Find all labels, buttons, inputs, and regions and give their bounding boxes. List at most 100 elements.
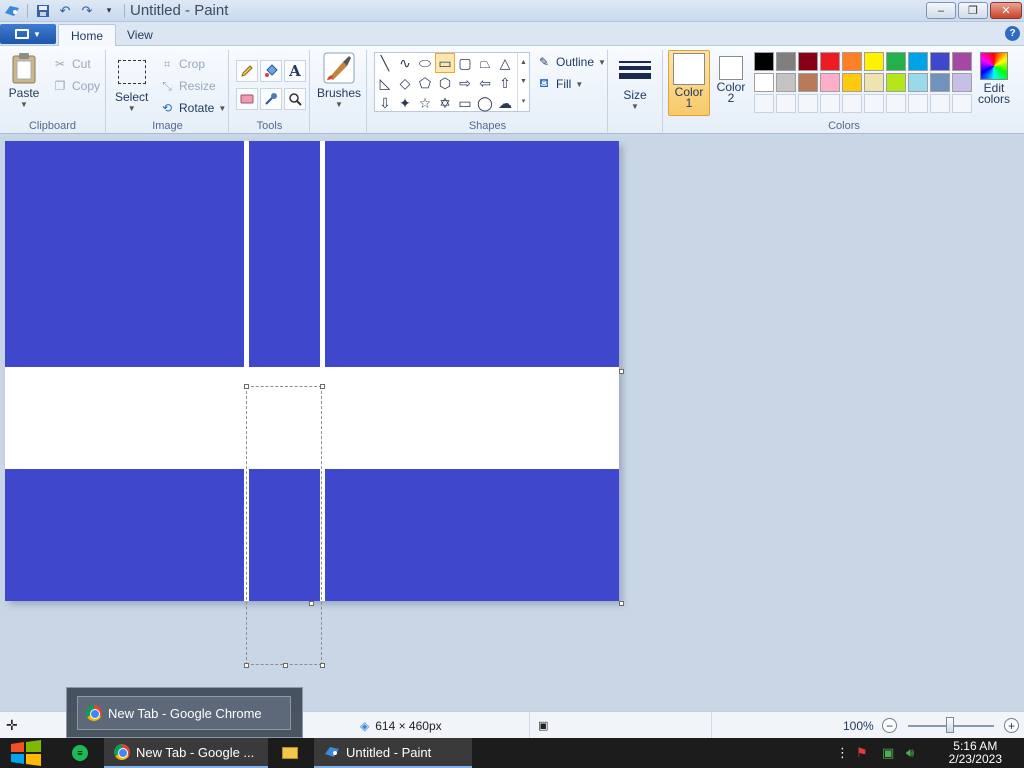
taskbar-item-paint[interactable]: Untitled - Paint: [314, 738, 472, 768]
color2-button[interactable]: Color 2: [712, 50, 750, 116]
redo-icon[interactable]: ↷: [77, 2, 97, 20]
palette-swatch[interactable]: [864, 73, 884, 92]
polygon-shape-icon[interactable]: ⏢: [475, 53, 495, 73]
taskbar-thumbnail-preview[interactable]: New Tab - Google Chrome: [66, 687, 303, 738]
taskbar-item-chrome[interactable]: New Tab - Google ...: [104, 738, 268, 768]
close-button[interactable]: ✕: [990, 2, 1022, 19]
tab-view[interactable]: View: [115, 24, 165, 46]
palette-swatch[interactable]: [930, 73, 950, 92]
help-icon[interactable]: ?: [1005, 26, 1020, 41]
palette-custom-slot[interactable]: [776, 94, 796, 113]
selection-marquee[interactable]: [246, 386, 322, 665]
color1-button[interactable]: Color 1: [668, 50, 710, 116]
palette-custom-slot[interactable]: [820, 94, 840, 113]
expand-gallery-icon[interactable]: ▾: [522, 97, 526, 105]
minimize-button[interactable]: –: [926, 2, 956, 19]
zoom-in-button[interactable]: +: [1004, 718, 1019, 733]
undo-icon[interactable]: ↶: [55, 2, 75, 20]
palette-swatch[interactable]: [886, 52, 906, 71]
line-shape-icon[interactable]: ╲: [375, 53, 395, 73]
palette-swatch[interactable]: [754, 73, 774, 92]
selection-handle[interactable]: [244, 663, 249, 668]
file-explorer-taskbar-icon[interactable]: [272, 738, 308, 768]
system-clock[interactable]: 5:16 AM 2/23/2023: [949, 740, 1002, 766]
copy-button[interactable]: ❐ Copy: [52, 78, 100, 94]
spotify-taskbar-icon[interactable]: ≡: [62, 738, 98, 768]
palette-swatch[interactable]: [798, 73, 818, 92]
magnifier-icon[interactable]: [284, 88, 306, 110]
resize-button[interactable]: ⤡ Resize: [159, 78, 216, 94]
rounded-rectangle-shape-icon[interactable]: ▢: [455, 53, 475, 73]
restore-button[interactable]: ❐: [958, 2, 988, 19]
rotate-button[interactable]: ⟲ Rotate ▼: [159, 100, 226, 116]
palette-swatch[interactable]: [952, 73, 972, 92]
color-picker-icon[interactable]: [260, 88, 282, 110]
palette-swatch[interactable]: [754, 52, 774, 71]
palette-swatch[interactable]: [776, 73, 796, 92]
edit-colors-button[interactable]: Edit colors: [974, 52, 1014, 112]
select-button[interactable]: Select ▼: [115, 56, 148, 113]
selection-handle[interactable]: [320, 384, 325, 389]
curve-shape-icon[interactable]: ∿: [395, 53, 415, 73]
palette-swatch[interactable]: [952, 52, 972, 71]
pentagon-shape-icon[interactable]: ⬠: [415, 73, 435, 93]
network-icon[interactable]: ▣: [878, 738, 898, 768]
volume-icon[interactable]: 🔊︎: [902, 738, 918, 768]
palette-swatch[interactable]: [908, 52, 928, 71]
down-arrow-shape-icon[interactable]: ⇩: [375, 93, 395, 113]
palette-swatch[interactable]: [776, 52, 796, 71]
customize-toolbar-chevron-icon[interactable]: ▾: [99, 2, 119, 20]
canvas-resize-handle-corner[interactable]: [619, 601, 624, 606]
selection-handle[interactable]: [283, 663, 288, 668]
rectangle-shape-icon[interactable]: ▭: [435, 53, 455, 73]
flag-icon[interactable]: ⚑: [852, 738, 872, 768]
shapes-scrollbar[interactable]: ▲ ▼ ▾: [517, 53, 529, 111]
brushes-button[interactable]: Brushes ▼: [317, 52, 361, 109]
rounded-callout-shape-icon[interactable]: ▭: [455, 93, 475, 113]
save-icon[interactable]: [33, 2, 53, 20]
oval-callout-shape-icon[interactable]: ◯: [475, 93, 495, 113]
up-arrow-shape-icon[interactable]: ⇧: [495, 73, 515, 93]
overflow-menu-icon[interactable]: ⋮: [832, 738, 853, 768]
palette-swatch[interactable]: [820, 52, 840, 71]
eraser-icon[interactable]: [236, 88, 258, 110]
fill-bucket-icon[interactable]: [260, 60, 282, 82]
palette-swatch[interactable]: [842, 73, 862, 92]
canvas-resize-handle-bottom[interactable]: [309, 601, 314, 606]
palette-custom-slot[interactable]: [930, 94, 950, 113]
palette-custom-slot[interactable]: [754, 94, 774, 113]
palette-swatch[interactable]: [930, 52, 950, 71]
cloud-callout-shape-icon[interactable]: ☁: [495, 93, 515, 113]
five-point-star-shape-icon[interactable]: ☆: [415, 93, 435, 113]
canvas-resize-handle-right[interactable]: [619, 369, 624, 374]
palette-swatch[interactable]: [842, 52, 862, 71]
palette-custom-slot[interactable]: [952, 94, 972, 113]
palette-custom-slot[interactable]: [798, 94, 818, 113]
diamond-shape-icon[interactable]: ◇: [395, 73, 415, 93]
right-triangle-shape-icon[interactable]: ◺: [375, 73, 395, 93]
size-button[interactable]: Size ▼: [619, 54, 651, 111]
cut-button[interactable]: ✂ Cut: [52, 56, 91, 72]
palette-custom-slot[interactable]: [864, 94, 884, 113]
left-arrow-shape-icon[interactable]: ⇦: [475, 73, 495, 93]
start-button[interactable]: [0, 738, 52, 768]
palette-swatch[interactable]: [908, 73, 928, 92]
four-point-star-shape-icon[interactable]: ✦: [395, 93, 415, 113]
chevron-down-icon[interactable]: ▼: [520, 78, 527, 85]
triangle-shape-icon[interactable]: △: [495, 53, 515, 73]
palette-swatch[interactable]: [864, 52, 884, 71]
outline-button[interactable]: ✎ Outline ▼: [536, 54, 606, 70]
canvas-workspace[interactable]: [0, 135, 1024, 711]
selection-handle[interactable]: [320, 663, 325, 668]
crop-button[interactable]: ⌗ Crop: [159, 56, 205, 72]
paint-app-icon[interactable]: [2, 2, 22, 20]
palette-swatch[interactable]: [798, 52, 818, 71]
palette-swatch[interactable]: [820, 73, 840, 92]
paint-menu-button[interactable]: ▼: [0, 24, 56, 44]
zoom-slider-thumb[interactable]: [946, 717, 954, 733]
drawing-canvas[interactable]: [5, 141, 619, 665]
oval-shape-icon[interactable]: ⬭: [415, 53, 435, 73]
palette-swatch[interactable]: [886, 73, 906, 92]
zoom-out-button[interactable]: −: [882, 718, 897, 733]
fill-button[interactable]: ⛾ Fill ▼: [536, 76, 583, 92]
